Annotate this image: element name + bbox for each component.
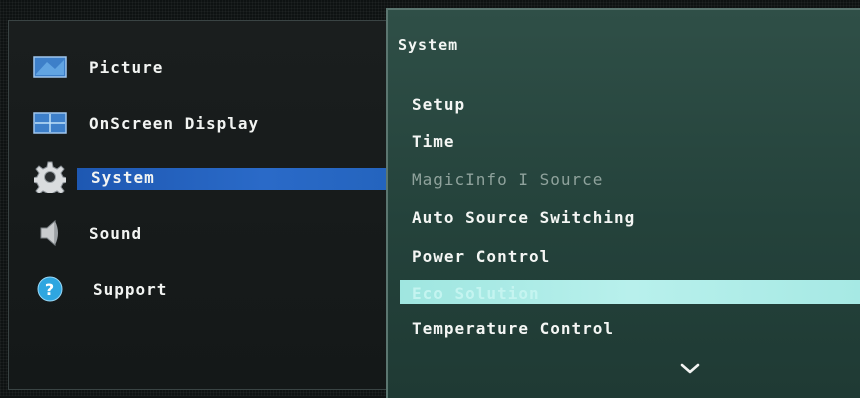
system-submenu: System Setup Time MagicInfo I Source Aut… bbox=[386, 8, 860, 398]
main-menu: Picture OnScreen Display System Sound ? … bbox=[8, 20, 390, 390]
menu-item-support[interactable]: ? Support bbox=[9, 271, 389, 307]
menu-item-label: Sound bbox=[89, 223, 143, 243]
picture-icon bbox=[31, 52, 69, 82]
svg-text:?: ? bbox=[45, 280, 55, 299]
submenu-item-eco-solution[interactable]: Eco Solution bbox=[412, 284, 540, 303]
submenu-item-magicinfo-source: MagicInfo I Source bbox=[412, 170, 604, 189]
menu-item-system[interactable]: System bbox=[9, 159, 389, 195]
menu-item-label: Picture bbox=[89, 57, 164, 77]
gear-icon bbox=[31, 161, 69, 193]
menu-item-label: Support bbox=[93, 279, 168, 299]
menu-item-label: OnScreen Display bbox=[89, 113, 260, 133]
onscreen-display-icon bbox=[31, 108, 69, 138]
submenu-item-temperature-control[interactable]: Temperature Control bbox=[412, 319, 614, 338]
menu-item-sound[interactable]: Sound bbox=[9, 215, 389, 251]
menu-item-picture[interactable]: Picture bbox=[9, 49, 389, 85]
speaker-icon bbox=[31, 218, 69, 248]
menu-item-label: System bbox=[91, 167, 155, 187]
help-icon: ? bbox=[31, 274, 69, 304]
submenu-item-setup[interactable]: Setup bbox=[412, 95, 465, 114]
submenu-title: System bbox=[398, 36, 459, 54]
chevron-down-icon[interactable] bbox=[680, 360, 700, 379]
submenu-item-power-control[interactable]: Power Control bbox=[412, 247, 550, 266]
menu-item-onscreen-display[interactable]: OnScreen Display bbox=[9, 105, 389, 141]
submenu-item-auto-source-switching[interactable]: Auto Source Switching bbox=[412, 208, 635, 227]
submenu-item-time[interactable]: Time bbox=[412, 132, 455, 151]
